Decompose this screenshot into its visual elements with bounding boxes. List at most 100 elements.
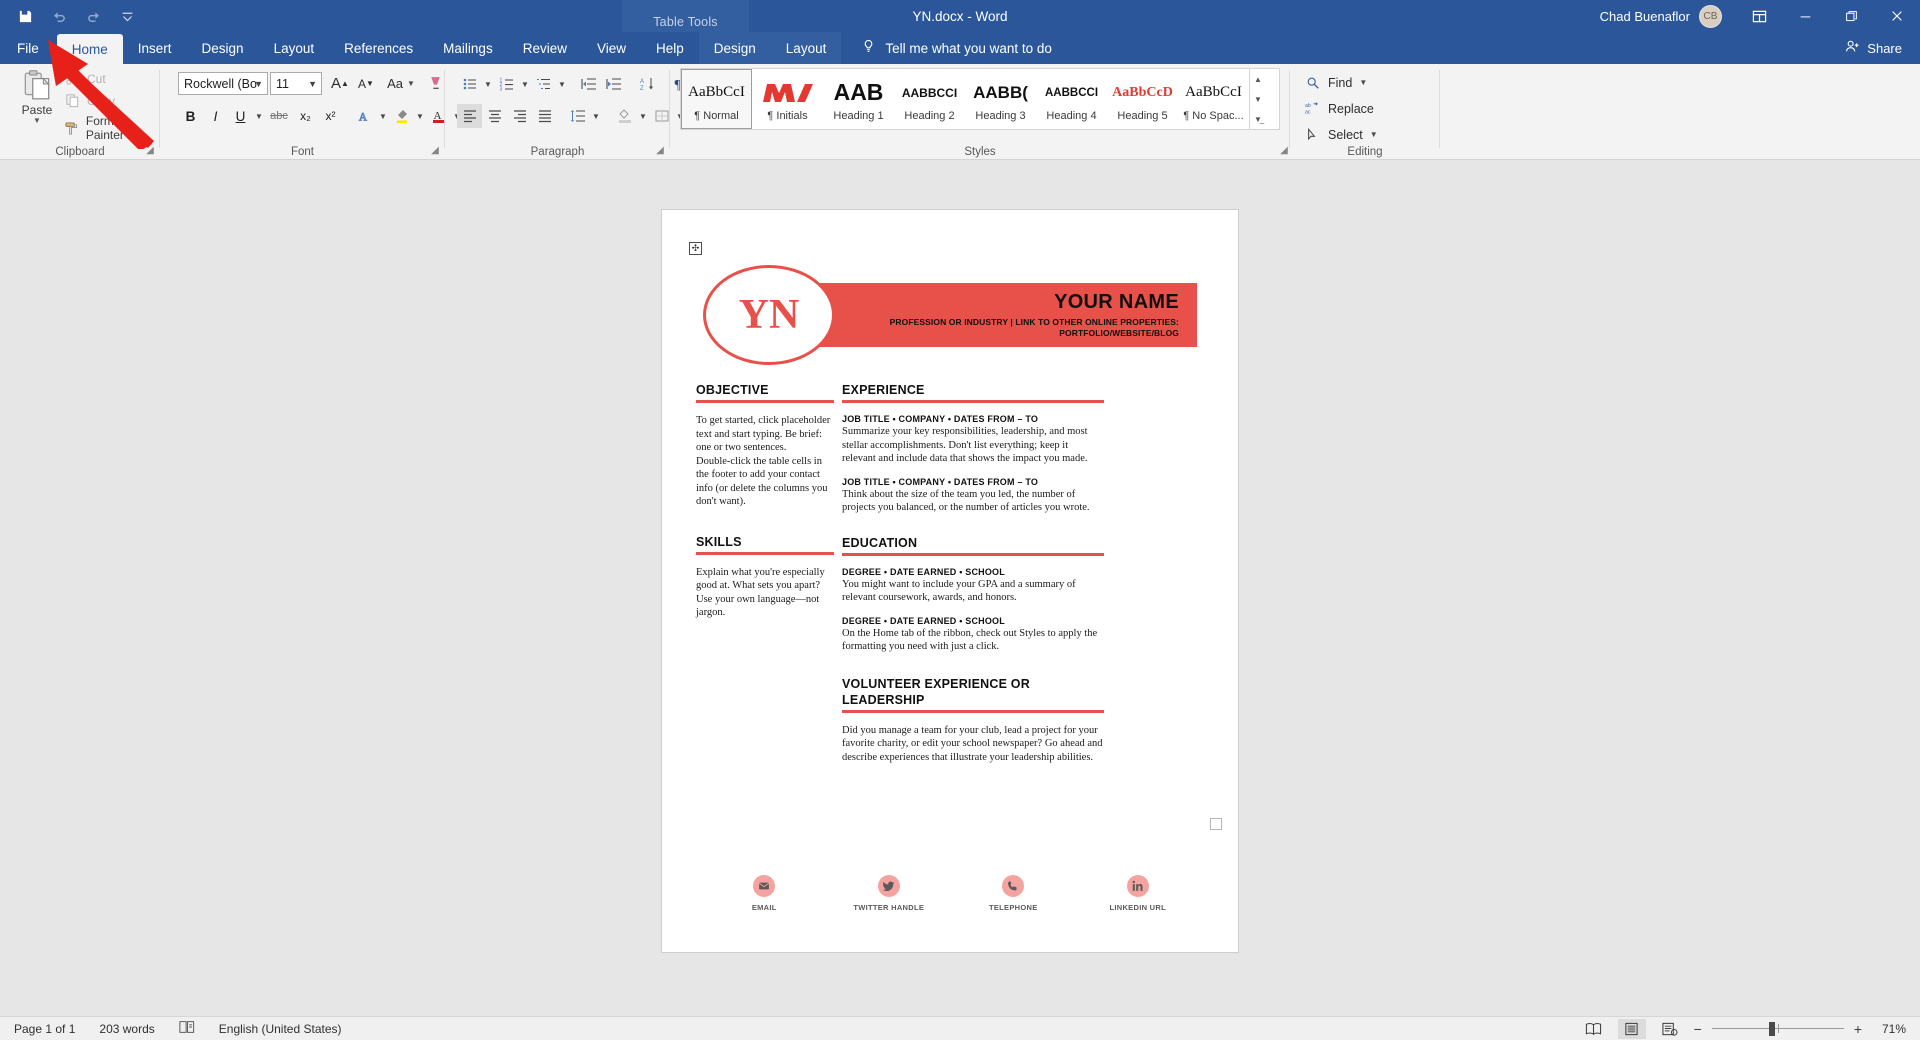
replace-button[interactable]: ab ac Replace [1304, 100, 1378, 117]
styles-gallery[interactable]: AaBbCcI ¶ Normal ¶ Initials AAB Heading … [680, 68, 1280, 130]
style-normal[interactable]: AaBbCcI ¶ Normal [681, 69, 752, 129]
contact-twitter[interactable]: TWITTER HANDLE [834, 875, 944, 912]
paste-button[interactable]: Paste ▼ [10, 68, 64, 125]
chevron-down-icon[interactable]: ▼ [254, 79, 263, 89]
chevron-down-icon[interactable]: ▼ [1370, 130, 1378, 139]
minimize-icon[interactable] [1782, 0, 1828, 32]
name-banner[interactable]: YOUR NAME PROFESSION OR INDUSTRY | LINK … [786, 283, 1197, 347]
chevron-down-icon[interactable]: ▼ [482, 72, 494, 96]
tab-layout[interactable]: Layout [259, 32, 330, 64]
grow-font-button[interactable]: A ▲ [328, 72, 352, 95]
justify-icon[interactable] [532, 104, 557, 128]
bold-button[interactable]: B [178, 104, 203, 128]
chevron-down-icon[interactable]: ▼ [308, 79, 317, 89]
entry[interactable]: DEGREE • DATE EARNED • SCHOOL You might … [842, 567, 1104, 605]
align-center-icon[interactable] [482, 104, 507, 128]
tab-table-design[interactable]: Design [698, 32, 771, 64]
numbering-icon[interactable]: 123 [494, 72, 519, 96]
style-heading-4[interactable]: AABBCCI Heading 4 [1036, 69, 1107, 129]
change-case-button[interactable]: Aa ▼ [384, 72, 418, 95]
close-icon[interactable] [1874, 0, 1920, 32]
align-right-icon[interactable] [507, 104, 532, 128]
align-left-icon[interactable] [457, 104, 482, 128]
styles-gallery-scroll[interactable]: ▲ ▼ ▼̲ [1249, 69, 1266, 129]
zoom-slider[interactable] [1711, 1020, 1844, 1038]
font-dialog-launcher[interactable]: ◢ [429, 145, 441, 157]
select-button[interactable]: Select ▼ [1304, 126, 1378, 143]
chevron-down-icon[interactable]: ▼ [377, 104, 389, 128]
style-heading-3[interactable]: AABB( Heading 3 [965, 69, 1036, 129]
entry[interactable]: JOB TITLE • COMPANY • DATES FROM – TO Th… [842, 477, 1104, 515]
undo-icon[interactable] [48, 5, 70, 27]
tab-references[interactable]: References [329, 32, 428, 64]
chevron-down-icon[interactable]: ▼ [414, 104, 426, 128]
save-icon[interactable] [14, 5, 36, 27]
shading-icon[interactable] [612, 104, 637, 128]
section-body[interactable]: To get started, click placeholder text a… [696, 414, 834, 509]
restore-icon[interactable] [1828, 0, 1874, 32]
entry[interactable]: DEGREE • DATE EARNED • SCHOOL On the Hom… [842, 616, 1104, 654]
print-layout-icon[interactable] [1617, 1018, 1646, 1039]
document-canvas[interactable]: ✣ YOUR NAME PROFESSION OR INDUSTRY | LIN… [0, 161, 1920, 1016]
superscript-button[interactable]: x² [318, 104, 343, 128]
document-page[interactable]: ✣ YOUR NAME PROFESSION OR INDUSTRY | LIN… [662, 210, 1238, 952]
entry[interactable]: JOB TITLE • COMPANY • DATES FROM – TO Su… [842, 414, 1104, 466]
cut-button[interactable]: Cut [64, 70, 160, 87]
font-size-combobox[interactable]: 11 ▼ [270, 72, 322, 95]
increase-indent-icon[interactable] [601, 72, 626, 96]
zoom-percent[interactable]: 71% [1872, 1022, 1906, 1036]
customize-quick-access-toolbar-icon[interactable] [116, 5, 138, 27]
italic-button[interactable]: I [203, 104, 228, 128]
multilevel-list-icon[interactable] [531, 72, 556, 96]
tab-file[interactable]: File [0, 32, 57, 64]
zoom-out-button[interactable]: − [1694, 1021, 1702, 1037]
style-initials[interactable]: ¶ Initials [752, 69, 823, 129]
tab-table-layout[interactable]: Layout [770, 32, 842, 64]
entry[interactable]: Did you manage a team for your club, lea… [842, 724, 1104, 765]
monogram-logo[interactable]: YN [703, 265, 835, 365]
read-mode-icon[interactable] [1580, 1019, 1608, 1039]
paste-caret-icon[interactable]: ▼ [33, 117, 41, 125]
sort-icon[interactable]: AZ [634, 72, 659, 96]
tab-mailings[interactable]: Mailings [428, 32, 508, 64]
tab-review[interactable]: Review [508, 32, 582, 64]
clear-formatting-icon[interactable] [424, 72, 446, 95]
shrink-font-button[interactable]: A ▼ [354, 72, 378, 95]
clipboard-dialog-launcher[interactable]: ◢ [144, 145, 156, 157]
text-highlight-color-icon[interactable] [389, 104, 414, 128]
chevron-down-icon[interactable]: ▼ [519, 72, 531, 96]
chevron-down-icon[interactable]: ▼ [1359, 78, 1367, 87]
avatar[interactable]: CB [1699, 4, 1722, 28]
contact-telephone[interactable]: TELEPHONE [958, 875, 1068, 912]
strikethrough-button[interactable]: abc [265, 104, 293, 128]
share-button[interactable]: Share [1845, 32, 1902, 64]
scroll-up-icon[interactable]: ▲ [1250, 69, 1266, 89]
bullets-icon[interactable] [457, 72, 482, 96]
account-area[interactable]: Chad Buenaflor CB [1600, 4, 1736, 28]
zoom-thumb[interactable] [1768, 1021, 1775, 1036]
page-indicator[interactable]: Page 1 of 1 [14, 1022, 75, 1036]
proofing-errors-icon[interactable] [179, 1020, 195, 1037]
zoom-in-button[interactable]: + [1854, 1021, 1862, 1037]
redo-icon[interactable] [82, 5, 104, 27]
decrease-indent-icon[interactable] [576, 72, 601, 96]
tell-me-box[interactable]: Tell me what you want to do [841, 32, 1052, 64]
contact-email[interactable]: EMAIL [709, 875, 819, 912]
subscript-button[interactable]: x₂ [293, 104, 318, 128]
style-heading-1[interactable]: AAB Heading 1 [823, 69, 894, 129]
contact-linkedin[interactable]: LINKEDIN URL [1083, 875, 1193, 912]
format-painter-button[interactable]: Format Painter [64, 114, 160, 142]
word-count[interactable]: 203 words [99, 1022, 154, 1036]
chevron-down-icon[interactable]: ▼ [590, 104, 602, 128]
more-styles-icon[interactable]: ▼̲ [1250, 109, 1266, 129]
table-move-handle-icon[interactable]: ✣ [689, 242, 702, 255]
tab-home[interactable]: Home [56, 34, 123, 64]
scroll-down-icon[interactable]: ▼ [1250, 89, 1266, 109]
language-indicator[interactable]: English (United States) [219, 1022, 342, 1036]
line-spacing-icon[interactable] [565, 104, 590, 128]
text-effects-icon[interactable]: A [352, 104, 377, 128]
tab-help[interactable]: Help [641, 32, 699, 64]
style-no-spacing[interactable]: AaBbCcI ¶ No Spac... [1178, 69, 1249, 129]
underline-caret-icon[interactable]: ▼ [253, 104, 265, 128]
chevron-down-icon[interactable]: ▼ [637, 104, 649, 128]
